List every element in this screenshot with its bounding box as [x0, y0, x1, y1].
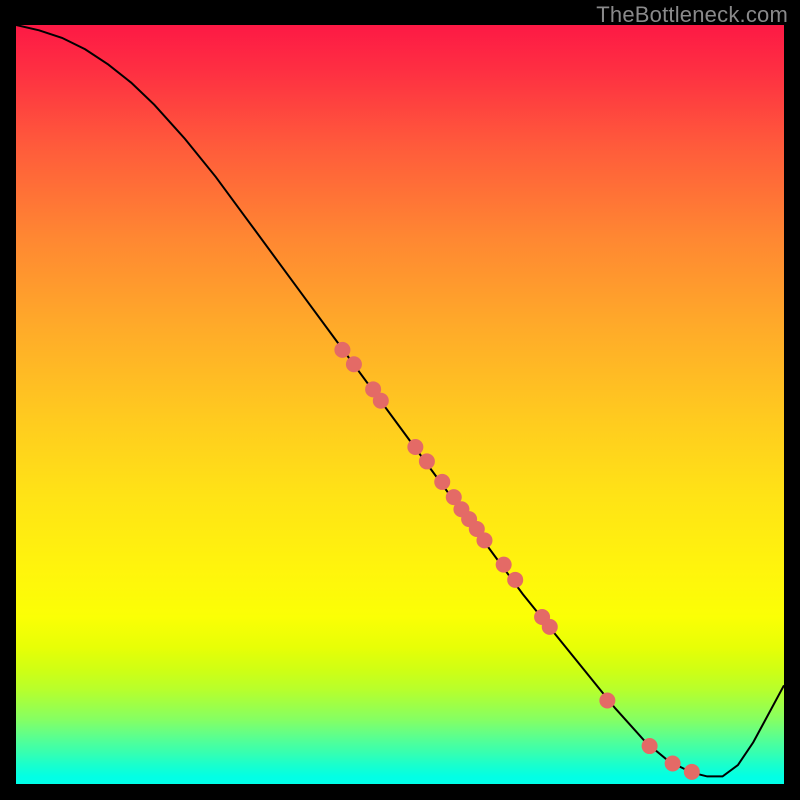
data-point — [373, 393, 389, 409]
data-point — [476, 532, 492, 548]
data-point — [407, 439, 423, 455]
data-point — [419, 453, 435, 469]
data-point — [684, 764, 700, 780]
points-group — [334, 342, 699, 780]
data-point — [434, 474, 450, 490]
chart-svg — [16, 25, 784, 784]
data-point — [346, 356, 362, 372]
data-point — [542, 619, 558, 635]
data-point — [665, 756, 681, 772]
plot-area — [16, 25, 784, 784]
data-point — [496, 557, 512, 573]
data-point — [599, 693, 615, 709]
data-point — [507, 572, 523, 588]
chart-frame: TheBottleneck.com — [0, 0, 800, 800]
curve-path — [16, 25, 784, 776]
data-point — [642, 738, 658, 754]
data-point — [334, 342, 350, 358]
